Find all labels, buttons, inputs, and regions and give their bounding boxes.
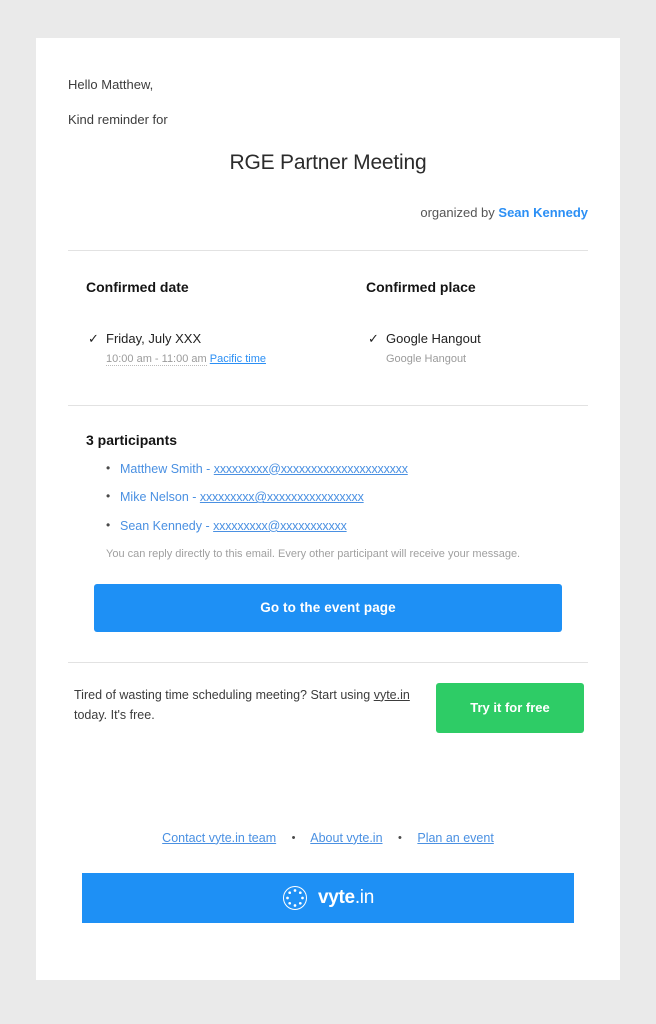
- participant-email[interactable]: xxxxxxxxx@xxxxxxxxxxxxxxxx: [200, 490, 364, 504]
- confirmed-date-subline: 10:00 am - 11:00 am Pacific time: [106, 352, 266, 367]
- participant-name[interactable]: Matthew Smith: [120, 462, 203, 476]
- go-to-event-page-button[interactable]: Go to the event page: [94, 583, 562, 632]
- participant-separator: -: [202, 461, 214, 476]
- primary-cta-wrapper: Go to the event page: [68, 583, 588, 632]
- vyte-logo-banner[interactable]: vyte.in: [82, 872, 574, 923]
- divider-top: [68, 250, 588, 252]
- greeting-text: Hello Matthew,: [68, 77, 154, 92]
- confirmed-place-value: Google Hangout: [386, 331, 481, 347]
- list-item: Matthew Smith - xxxxxxxxx@xxxxxxxxxxxxxx…: [106, 461, 588, 478]
- organizer-name[interactable]: Sean Kennedy: [498, 205, 588, 220]
- confirmed-place-values: Google Hangout Google Hangout: [386, 331, 481, 366]
- footer-link-plan-event[interactable]: Plan an event: [417, 831, 493, 845]
- participant-email[interactable]: xxxxxxxxx@xxxxxxxxxxx: [213, 519, 347, 533]
- divider-promo: [68, 661, 588, 663]
- confirmed-date-values: Friday, July XXX 10:00 am - 11:00 am Pac…: [106, 331, 266, 367]
- email-card: Hello Matthew, Kind reminder for RGE Par…: [36, 38, 620, 980]
- promo-text-part-2: today. It's free.: [74, 707, 155, 722]
- list-item: Mike Nelson - xxxxxxxxx@xxxxxxxxxxxxxxxx: [106, 489, 588, 506]
- footer-link-about[interactable]: About vyte.in: [310, 831, 382, 845]
- confirmed-date-value: Friday, July XXX: [106, 331, 202, 347]
- reply-note: You can reply directly to this email. Ev…: [106, 548, 521, 561]
- participant-email[interactable]: xxxxxxxxx@xxxxxxxxxxxxxxxxxxxxx: [214, 462, 408, 476]
- vyte-circle-dots-icon: [283, 885, 307, 910]
- participant-name[interactable]: Mike Nelson: [120, 490, 189, 504]
- promo-text-part-1: Tired of wasting time scheduling meeting…: [74, 687, 374, 702]
- promo-text: Tired of wasting time scheduling meeting…: [74, 683, 436, 726]
- promo-section: Tired of wasting time scheduling meeting…: [68, 682, 588, 733]
- confirmed-details-row: Confirmed date ✓ Friday, July XXX 10:00 …: [68, 279, 588, 367]
- logo-name-bold: vyte: [318, 886, 355, 908]
- logo-name-rest: .in: [354, 886, 374, 908]
- reminder-intro-text: Kind reminder for: [68, 112, 168, 128]
- check-icon: ✓: [88, 331, 99, 347]
- vyte-in-link[interactable]: vyte.in: [374, 688, 410, 702]
- email-body: Hello Matthew, Kind reminder for RGE Par…: [36, 38, 620, 923]
- list-item: Sean Kennedy - xxxxxxxxx@xxxxxxxxxxx: [106, 518, 588, 535]
- participant-separator: -: [202, 518, 214, 533]
- footer-link-contact[interactable]: Contact vyte.in team: [162, 831, 276, 845]
- participants-list: Matthew Smith - xxxxxxxxx@xxxxxxxxxxxxxx…: [68, 461, 588, 535]
- confirmed-place-body: ✓ Google Hangout Google Hangout: [368, 331, 588, 366]
- organizer-line: organized by Sean Kennedy: [68, 205, 588, 220]
- confirmed-date-body: ✓ Friday, July XXX 10:00 am - 11:00 am P…: [88, 331, 328, 367]
- participant-separator: -: [188, 490, 200, 505]
- divider-middle: [68, 404, 588, 406]
- time-range: 10:00 am - 11:00 am: [106, 353, 207, 367]
- participant-name[interactable]: Sean Kennedy: [120, 519, 202, 533]
- event-title: RGE Partner Meeting: [229, 151, 427, 175]
- vyte-logo-text: vyte.in: [318, 887, 374, 909]
- try-it-for-free-button[interactable]: Try it for free: [436, 682, 584, 733]
- confirmed-date-heading: Confirmed date: [86, 279, 189, 296]
- timezone-link[interactable]: Pacific time: [210, 353, 266, 365]
- participants-heading: 3 participants: [86, 431, 178, 448]
- confirmed-place-column: Confirmed place ✓ Google Hangout Google …: [328, 279, 588, 366]
- organized-by-prefix: organized by: [420, 205, 499, 221]
- footer-separator: •: [398, 831, 402, 844]
- confirmed-place-subline: Google Hangout: [386, 353, 467, 366]
- check-icon: ✓: [368, 331, 379, 347]
- footer-separator: •: [291, 831, 296, 844]
- confirmed-date-column: Confirmed date ✓ Friday, July XXX 10:00 …: [68, 279, 328, 367]
- confirmed-place-heading: Confirmed place: [366, 279, 476, 296]
- footer-links: Contact vyte.in team • About vyte.in • P…: [68, 831, 588, 845]
